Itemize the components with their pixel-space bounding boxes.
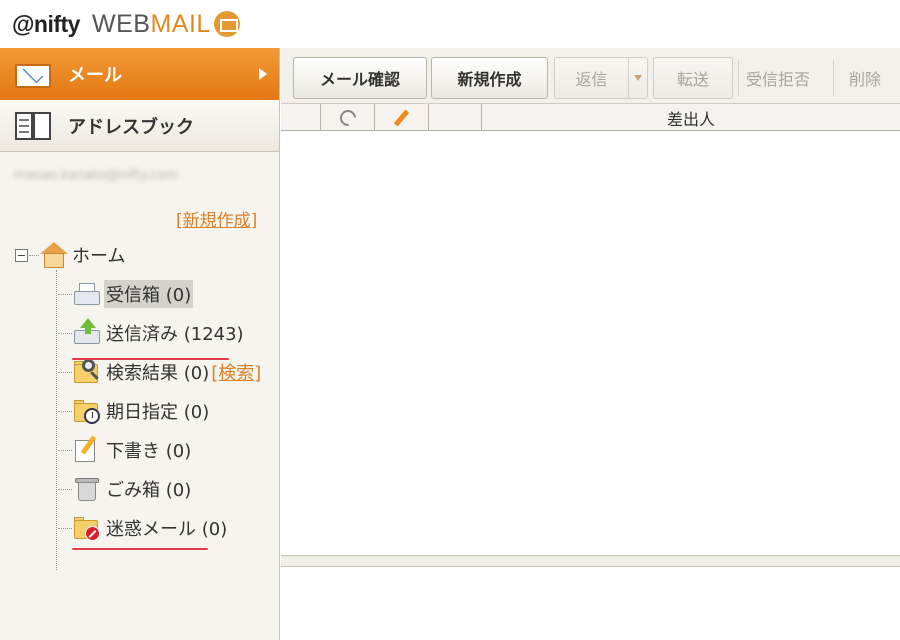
envelope-icon [14,56,52,92]
tree-item-sent[interactable]: 送信済み (1243) [58,318,246,348]
toolbar-separator [833,60,834,96]
nav-address-book[interactable]: アドレスブック [0,100,279,152]
preview-pane [281,567,900,640]
check-mail-button[interactable]: メール確認 [293,57,427,99]
home-icon [38,240,68,270]
block-sender-button[interactable]: 受信拒否 [746,57,810,99]
draft-pencil-icon [72,435,102,465]
search-link[interactable]: [検索] [211,359,261,385]
spam-folder-icon [72,513,102,543]
nav-mail-label: メール [68,65,122,86]
caret-down-icon [634,75,642,81]
toolbar: メール確認 新規作成 返信 転送 受信拒否 削除 [281,48,900,104]
tree-item-spam[interactable]: 迷惑メール (0) [58,513,229,543]
status-column-header[interactable] [429,104,482,131]
tree-item-label: ホーム [72,246,126,267]
highlight-underline [72,548,208,550]
attachment-column-header[interactable] [321,104,375,131]
logo-nifty-text: @nifty [12,10,80,37]
mail-list[interactable] [281,131,900,555]
reply-button[interactable]: 返信 [554,57,629,99]
chevron-right-icon [259,68,267,80]
sender-column-header[interactable]: 差出人 [482,104,900,131]
tree-item-label: 検索結果 (0) [106,363,210,384]
new-mail-button[interactable]: 新規作成 [431,57,548,99]
flag-column-header[interactable] [375,104,429,131]
sent-upload-icon [72,318,102,348]
forward-button[interactable]: 転送 [653,57,733,99]
logo-web-text: WEB [91,9,151,38]
toolbar-separator [738,60,739,96]
collapse-toggle-icon[interactable] [15,249,28,262]
tree-item-search-results[interactable]: 検索結果 (0) [検索] [58,357,261,387]
paperclip-icon [336,106,359,129]
tree-item-label: 期日指定 (0) [106,402,210,423]
inbox-tray-icon [72,279,102,309]
nav-address-book-label: アドレスブック [68,116,194,138]
select-column-header[interactable] [281,104,321,131]
address-book-icon [14,110,54,142]
pencil-icon [393,108,410,127]
main-pane: メール確認 新規作成 返信 転送 受信拒否 削除 差出人 [281,48,900,640]
scheduled-folder-icon [72,396,102,426]
nav-mail[interactable]: メール [0,48,279,100]
highlight-underline [72,358,229,360]
app-header: @nifty WEB MAIL [0,0,900,48]
delete-button[interactable]: 削除 [849,57,881,99]
tree-item-label: 送信済み (1243) [106,324,244,345]
tree-item-scheduled[interactable]: 期日指定 (0) [58,396,211,426]
tree-item-label: 受信箱 (0) [104,280,194,308]
new-folder-link-label: [新規作成] [176,211,258,231]
tree-item-drafts[interactable]: 下書き (0) [58,435,193,465]
logo-mail-text: MAIL [150,9,211,38]
tree-item-label: 下書き (0) [106,441,192,462]
tree-item-trash[interactable]: ごみ箱 (0) [58,474,193,504]
reply-dropdown-button[interactable] [628,57,648,99]
pane-splitter[interactable] [281,555,900,567]
mail-list-header: 差出人 [281,104,900,131]
tree-item-inbox[interactable]: 受信箱 (0) [58,279,194,309]
tree-item-label: 迷惑メール (0) [106,519,228,540]
trash-can-icon [72,474,102,504]
new-folder-link[interactable]: [新規作成] [176,206,257,231]
nifty-webmail-logo[interactable]: @nifty WEB MAIL [12,9,240,39]
account-email: masao.kanato@nifty.com [14,168,178,183]
sidebar: メール アドレスブック masao.kanato@nifty.com [新規作成… [0,48,280,640]
tree-item-home[interactable]: ホーム [38,240,127,270]
search-folder-icon [72,357,102,387]
tree-item-label: ごみ箱 (0) [106,480,192,501]
mail-badge-icon [213,11,240,37]
tree-connector [56,270,57,570]
